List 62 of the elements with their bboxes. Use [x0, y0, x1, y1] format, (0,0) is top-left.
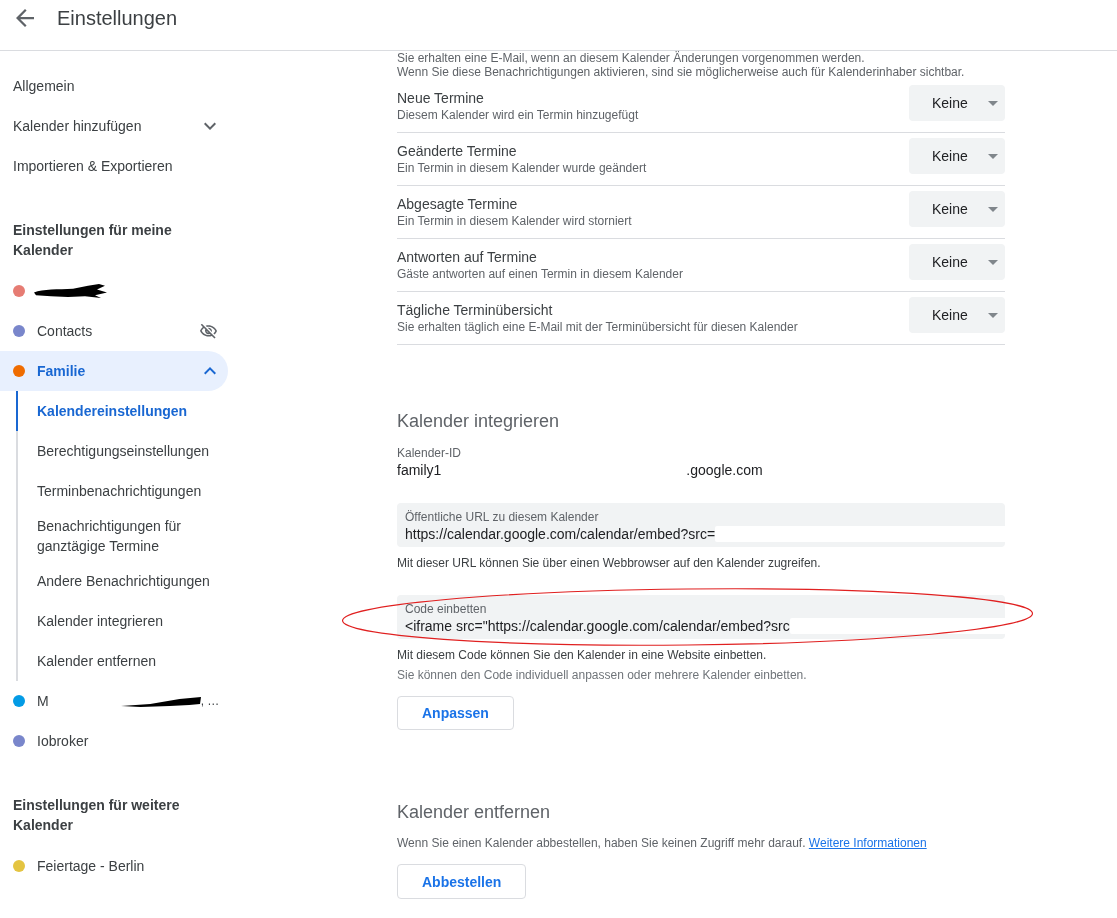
back-arrow-icon[interactable]	[16, 9, 34, 27]
chevron-down-icon[interactable]	[204, 122, 216, 130]
intro-text: Sie erhalten eine E-Mail, wenn an diesem Kalender Änderungen vorgenommen werden.	[397, 51, 866, 65]
notification-title: Abgesagte Termine	[397, 195, 519, 213]
calendar-item[interactable]: Familie	[0, 351, 228, 391]
remove-description: Wenn Sie einen Kalender abbestellen, haben Sie keinen Zugriff mehr darauf. Weitere Informationen	[397, 835, 928, 851]
calendar-settings-link[interactable]: Kalender entfernen	[16, 641, 228, 681]
read-only-field[interactable]: Öffentliche URL zu diesem Kalender https://calendar.google.com/calendar/embed?src=	[397, 503, 1005, 547]
hint-text: Mit diesem Code können Sie den Kalender in eine Website einbetten.	[397, 647, 768, 663]
calendar-id-label: Kalender-ID	[397, 445, 463, 461]
customize-button[interactable]: Anpassen	[397, 696, 514, 730]
eye-off-icon[interactable]	[200, 323, 217, 339]
caret-icon	[988, 312, 998, 318]
field-value: https://calendar.google.com/calendar/embed?src=	[405, 525, 716, 543]
calendar-settings-link[interactable]: Andere Benachrichtigungen	[16, 561, 228, 601]
calendar-settings-link[interactable]: Kalendereinstellungen	[16, 391, 228, 431]
notification-title: Neue Termine	[397, 89, 485, 107]
notification-description: Ein Termin in diesem Kalender wurde geändert	[397, 160, 647, 176]
field-label: Öffentliche URL zu diesem Kalender	[405, 509, 600, 525]
caret-icon	[988, 206, 998, 212]
notification-description: Sie erhalten täglich eine E-Mail mit der Terminübersicht für diesen Kalender	[397, 319, 798, 335]
field-label: Code einbetten	[405, 601, 488, 617]
notification-title: Tägliche Terminübersicht	[397, 301, 554, 319]
caret-icon	[988, 153, 998, 159]
unsubscribe-button[interactable]: Abbestellen	[397, 864, 527, 899]
notification-description: Ein Termin in diesem Kalender wird storniert	[397, 213, 632, 229]
notification-description: Gäste antworten auf einen Termin in diesem Kalender	[397, 266, 683, 282]
intro-text: Wenn Sie diese Benachrichtigungen aktivieren, sind sie möglicherweise auch für Kalenderinhaber sichtbar.	[397, 65, 966, 79]
calendar-settings-link[interactable]: Kalender integrieren	[16, 601, 228, 641]
field-value: <iframe src="https://calendar.google.com/calendar/embed?src	[405, 617, 790, 635]
caret-icon	[988, 100, 998, 106]
calendar-settings-link[interactable]: Berechtigungseinstellungen	[16, 431, 228, 471]
notification-dropdown[interactable]: Keine	[909, 85, 1005, 121]
group-heading: Einstellungen für meine Kalender	[12, 221, 173, 260]
page-title: Einstellungen	[57, 6, 178, 30]
notification-title: Geänderte Termine	[397, 142, 518, 160]
caret-icon	[988, 259, 998, 265]
sidebar-item[interactable]: Importieren & Exportieren	[0, 146, 228, 186]
calendar-id-value: .google.com	[686, 461, 763, 479]
hint-text: Sie können den Code individuell anpassen oder mehrere Kalender einbetten.	[397, 667, 808, 683]
notification-title: Antworten auf Termine	[397, 248, 538, 266]
calendar-id-value: family1	[397, 461, 442, 479]
calendar-item[interactable]: Contacts	[0, 311, 228, 351]
calendar-item[interactable]: M , …	[0, 681, 228, 721]
calendar-item[interactable]: Feiertage - Berlin	[0, 846, 228, 886]
hint-text: Mit dieser URL können Sie über einen Webbrowser auf den Kalender zugreifen.	[397, 555, 822, 571]
notification-dropdown[interactable]: Keine	[909, 244, 1005, 280]
sidebar-item[interactable]: Kalender hinzufügen	[0, 106, 228, 146]
section-heading: Kalender entfernen	[397, 801, 552, 824]
sidebar-item[interactable]: Allgemein	[0, 66, 228, 106]
more-info-link[interactable]: Weitere Informationen	[808, 836, 927, 850]
calendar-item[interactable]: Iobroker	[0, 721, 228, 761]
notification-dropdown[interactable]: Keine	[909, 297, 1005, 333]
group-heading: Einstellungen für weitere Kalender	[12, 796, 181, 835]
notification-dropdown[interactable]: Keine	[909, 138, 1005, 174]
read-only-field[interactable]: Code einbetten <iframe src="https://calendar.google.com/calendar/embed?src	[397, 595, 1005, 639]
chevron-up-icon[interactable]	[204, 367, 216, 375]
calendar-settings-link[interactable]: Benachrichtigungen für ganztägige Termine	[16, 511, 228, 561]
notification-dropdown[interactable]: Keine	[909, 191, 1005, 227]
notification-description: Diesem Kalender wird ein Termin hinzugefügt	[397, 107, 639, 123]
section-heading: Kalender integrieren	[397, 410, 561, 433]
calendar-settings-link[interactable]: Terminbenachrichtigungen	[16, 471, 228, 511]
